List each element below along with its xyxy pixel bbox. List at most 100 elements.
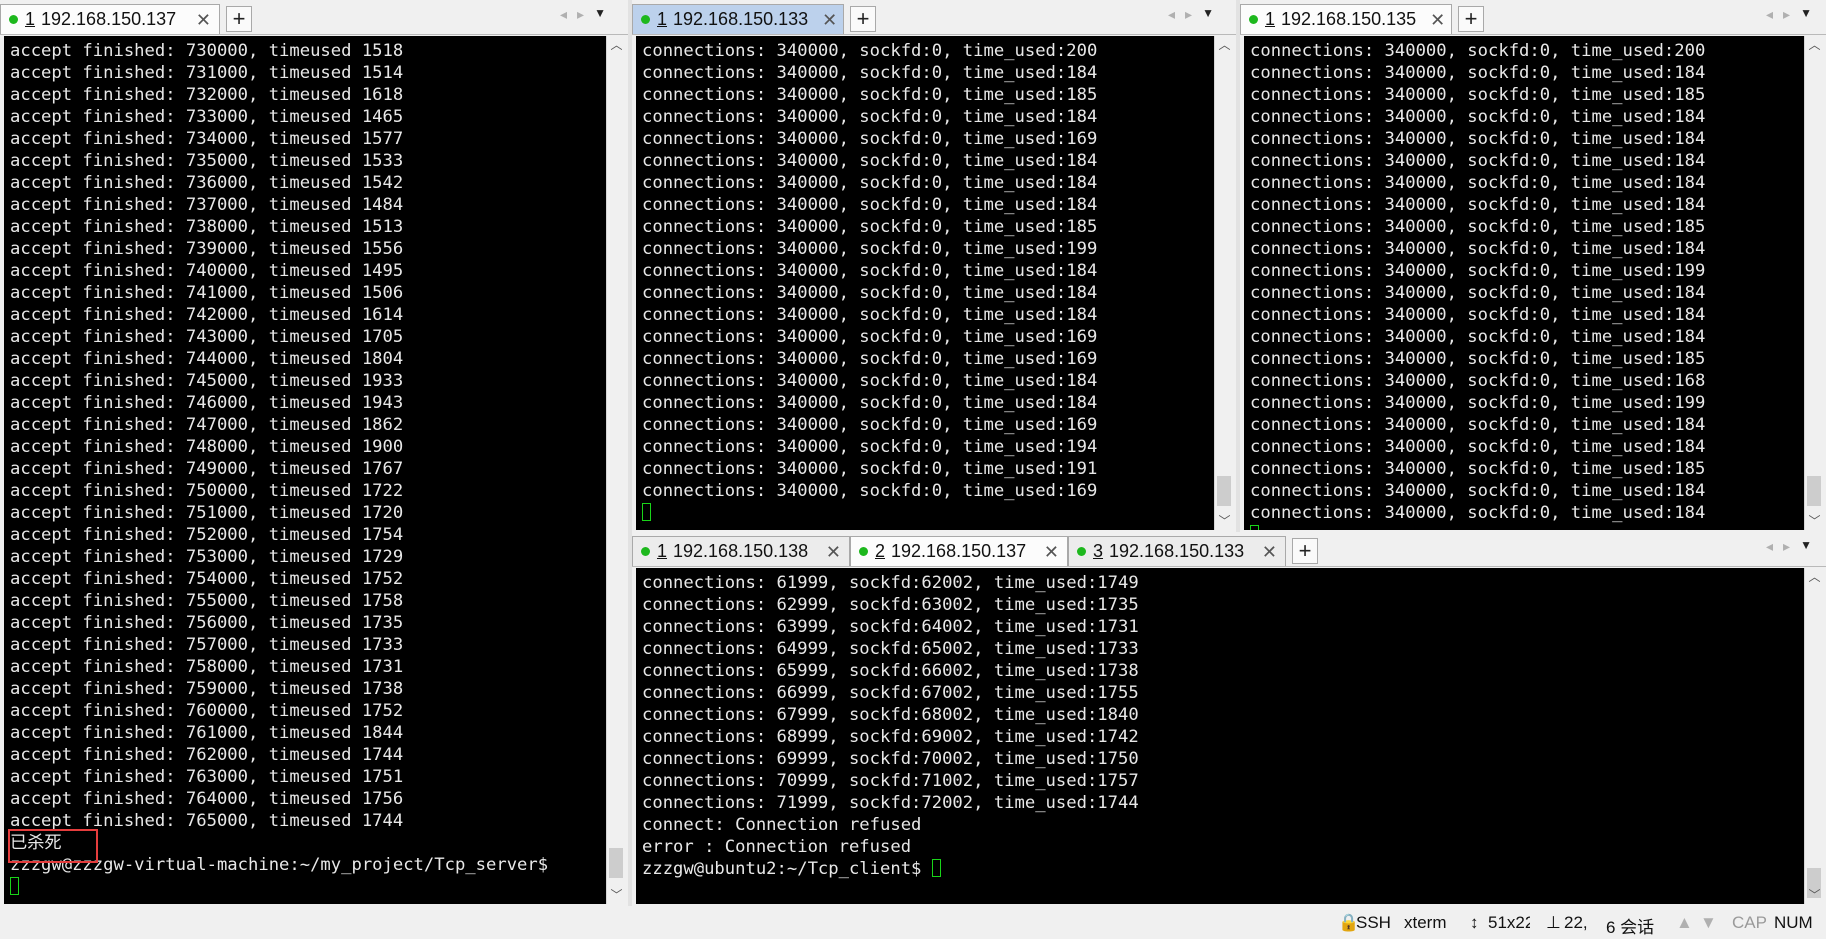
status-cap: CAP	[1732, 913, 1767, 932]
add-tab-button[interactable]: +	[1292, 538, 1318, 564]
scrollbar-bottom[interactable]: ︿ ﹀	[1804, 568, 1824, 904]
terminal-line: error : Connection refused	[642, 837, 912, 857]
terminal-line: accept finished: 732000, timeused 1618	[10, 85, 404, 105]
terminal-line: connections: 340000, sockfd:0, time_used…	[1250, 415, 1706, 435]
terminal-cursor	[642, 503, 651, 521]
terminal-line: accept finished: 751000, timeused 1720	[10, 503, 404, 523]
scroll-thumb[interactable]	[1807, 476, 1821, 506]
terminal-left[interactable]: accept finished: 730000, timeused 1518 ac…	[4, 36, 606, 904]
close-icon[interactable]: ✕	[1248, 543, 1277, 561]
terminal-line: accept finished: 753000, timeused 1729	[10, 547, 404, 567]
terminal-top-right[interactable]: connections: 340000, sockfd:0, time_used…	[1244, 36, 1804, 530]
chevron-down-icon[interactable]: ﹀	[607, 886, 626, 904]
pane-top-right: 1 192.168.150.135 ✕ + ◂ ▸ ▼ connections:…	[1240, 0, 1826, 532]
terminal-line: connections: 340000, sockfd:0, time_used…	[642, 261, 1098, 281]
terminal-line: connections: 340000, sockfd:0, time_used…	[1250, 41, 1706, 61]
status-size: 51x22	[1488, 913, 1530, 932]
tab-192-168-150-135[interactable]: 1 192.168.150.135 ✕	[1240, 4, 1452, 34]
scrollbar-top-middle[interactable]: ︿ ﹀	[1214, 36, 1234, 530]
chevron-down-icon[interactable]: ﹀	[1805, 512, 1824, 530]
pane-bottom: 1 192.168.150.138 ✕ 2 192.168.150.137 ✕ …	[632, 532, 1826, 906]
terminal-line: connections: 63999, sockfd:64002, time_u…	[642, 617, 1139, 637]
tab-number: 1	[657, 9, 668, 29]
terminal-line: accept finished: 741000, timeused 1506	[10, 283, 404, 303]
terminal-line: accept finished: 764000, timeused 1756	[10, 789, 404, 809]
terminal-line: connections: 340000, sockfd:0, time_used…	[1250, 195, 1706, 215]
tab-scroll-right-icon[interactable]: ▸	[577, 6, 584, 23]
tab-menu-caret-icon[interactable]: ▼	[1800, 538, 1812, 555]
plus-icon: +	[856, 6, 870, 31]
terminal-line: accept finished: 735000, timeused 1533	[10, 151, 404, 171]
terminal-line: accept finished: 763000, timeused 1751	[10, 767, 404, 787]
chevron-down-icon[interactable]: ▼	[1700, 913, 1717, 933]
terminal-line: connections: 340000, sockfd:0, time_used…	[1250, 437, 1706, 457]
add-tab-button[interactable]: +	[850, 6, 876, 32]
tab-192-168-150-133[interactable]: 3 192.168.150.133 ✕	[1068, 536, 1286, 566]
close-icon[interactable]: ✕	[1416, 11, 1445, 29]
scrollbar-top-right[interactable]: ︿ ﹀	[1804, 36, 1824, 530]
tab-scroll-left-icon[interactable]: ◂	[560, 6, 567, 23]
tab-scroll-right-icon[interactable]: ▸	[1783, 538, 1790, 555]
tab-scroll-right-icon[interactable]: ▸	[1783, 6, 1790, 23]
tab-scroll-right-icon[interactable]: ▸	[1185, 6, 1192, 23]
chevron-down-icon[interactable]: ﹀	[1215, 512, 1234, 530]
terminal-line: accept finished: 731000, timeused 1514	[10, 63, 404, 83]
scroll-thumb[interactable]	[1217, 476, 1231, 506]
scroll-thumb[interactable]	[609, 848, 623, 878]
chevron-up-icon[interactable]: ︿	[1215, 36, 1234, 54]
highlight-box-killed	[8, 829, 98, 863]
terminal-line: accept finished: 734000, timeused 1577	[10, 129, 404, 149]
terminal-line: accept finished: 749000, timeused 1767	[10, 459, 404, 479]
tab-192-168-150-137[interactable]: 2 192.168.150.137 ✕	[850, 536, 1068, 566]
add-tab-button[interactable]: +	[1458, 6, 1484, 32]
add-tab-button[interactable]: +	[226, 6, 252, 32]
terminal-line: accept finished: 761000, timeused 1844	[10, 723, 404, 743]
tab-192-168-150-137[interactable]: 1 192.168.150.137 ✕	[0, 4, 220, 34]
terminal-line: accept finished: 730000, timeused 1518	[10, 41, 404, 61]
terminal-top-middle[interactable]: connections: 340000, sockfd:0, time_used…	[636, 36, 1214, 530]
tab-menu-caret-icon[interactable]: ▼	[1800, 6, 1812, 23]
terminal-line: accept finished: 738000, timeused 1513	[10, 217, 404, 237]
chevron-up-icon[interactable]: ︿	[607, 36, 626, 54]
tab-scroll-left-icon[interactable]: ◂	[1766, 538, 1773, 555]
terminal-line: connections: 340000, sockfd:0, time_used…	[642, 41, 1098, 61]
status-terminal-type: xterm	[1404, 913, 1447, 932]
close-icon[interactable]: ✕	[182, 11, 211, 29]
terminal-line: connections: 340000, sockfd:0, time_used…	[1250, 503, 1706, 523]
close-icon[interactable]: ✕	[808, 11, 837, 29]
cursor-pos-icon: ⊥	[1546, 913, 1561, 932]
tab-address: 192.168.150.135	[1281, 9, 1417, 29]
terminal-line: connections: 340000, sockfd:0, time_used…	[1250, 173, 1706, 193]
status-bar: 🔒 SSH xterm ↕ 51x22 ⊥ 22, 6 会话 ▲ ▼ CAP N…	[0, 910, 1826, 937]
terminal-line: accept finished: 759000, timeused 1738	[10, 679, 404, 699]
tab-menu-caret-icon[interactable]: ▼	[1202, 6, 1214, 23]
terminal-line: connections: 340000, sockfd:0, time_used…	[1250, 85, 1706, 105]
scrollbar-left[interactable]: ︿ ﹀	[606, 36, 626, 904]
connected-dot-icon	[1077, 547, 1086, 556]
chevron-up-icon[interactable]: ▲	[1676, 913, 1693, 933]
pane-top-middle: 1 192.168.150.133 ✕ + ◂ ▸ ▼ connections:…	[632, 0, 1236, 532]
chevron-up-icon[interactable]: ︿	[1805, 568, 1824, 586]
tab-192-168-150-133[interactable]: 1 192.168.150.133 ✕	[632, 4, 844, 34]
terminal-line: accept finished: 737000, timeused 1484	[10, 195, 404, 215]
close-icon[interactable]: ✕	[1030, 543, 1059, 561]
terminal-line: connections: 340000, sockfd:0, time_used…	[1250, 349, 1706, 369]
tab-number: 1	[25, 9, 36, 29]
chevron-up-icon[interactable]: ︿	[1805, 36, 1824, 54]
terminal-bottom[interactable]: connections: 61999, sockfd:62002, time_u…	[636, 568, 1804, 904]
tab-192-168-150-138[interactable]: 1 192.168.150.138 ✕	[632, 536, 850, 566]
close-icon[interactable]: ✕	[812, 543, 841, 561]
terminal-line: connections: 340000, sockfd:0, time_used…	[1250, 107, 1706, 127]
terminal-line: connections: 340000, sockfd:0, time_used…	[642, 85, 1098, 105]
terminal-line: connections: 62999, sockfd:63002, time_u…	[642, 595, 1139, 615]
tab-scroll-left-icon[interactable]: ◂	[1168, 6, 1175, 23]
chevron-down-icon[interactable]: ﹀	[1805, 886, 1824, 904]
terminal-line: accept finished: 740000, timeused 1495	[10, 261, 404, 281]
tab-menu-caret-icon[interactable]: ▼	[594, 6, 606, 23]
terminal-line: accept finished: 733000, timeused 1465	[10, 107, 404, 127]
status-sessions: 6 会话	[1606, 918, 1655, 937]
terminal-line: connections: 71999, sockfd:72002, time_u…	[642, 793, 1139, 813]
terminal-line: connections: 340000, sockfd:0, time_used…	[1250, 305, 1706, 325]
terminal-line: connections: 340000, sockfd:0, time_used…	[1250, 129, 1706, 149]
tab-scroll-left-icon[interactable]: ◂	[1766, 6, 1773, 23]
